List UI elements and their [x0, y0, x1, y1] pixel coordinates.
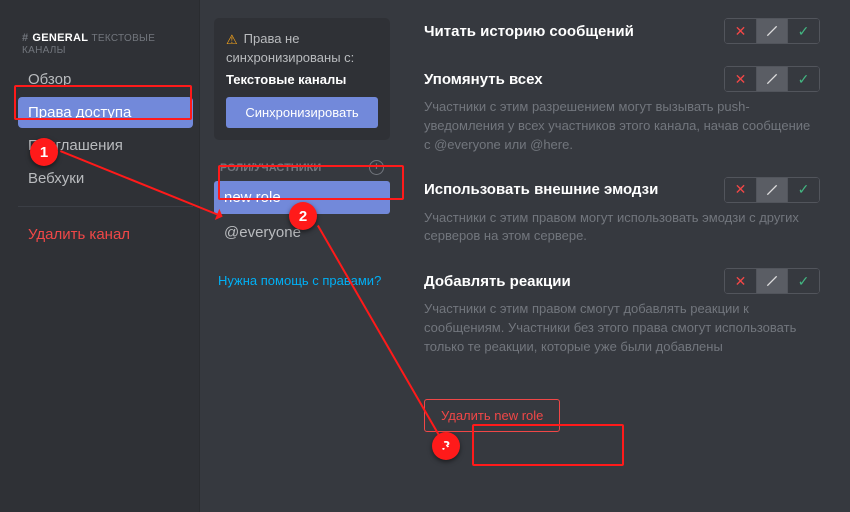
neutral-icon[interactable] — [756, 177, 788, 203]
allow-icon[interactable]: ✓ — [788, 18, 820, 44]
roles-column: ⚠Права не синхронизированы с: Текстовые … — [200, 0, 400, 512]
divider — [18, 206, 193, 207]
neutral-icon[interactable] — [756, 66, 788, 92]
perm-title: Использовать внешние эмодзи — [424, 181, 658, 198]
sidebar-item-overview[interactable]: Обзор — [18, 64, 193, 95]
perm-title: Добавлять реакции — [424, 273, 571, 290]
permissions-panel: Читать историю сообщений ✕ ✓ Упомянуть в… — [400, 0, 850, 512]
deny-icon[interactable]: ✕ — [724, 18, 756, 44]
channel-category-header: #GENERAL ТЕКСТОВЫЕ КАНАЛЫ — [22, 32, 193, 56]
warning-icon: ⚠ — [226, 32, 238, 47]
deny-icon[interactable]: ✕ — [724, 177, 756, 203]
neutral-icon[interactable] — [756, 18, 788, 44]
add-role-icon[interactable]: + — [369, 160, 384, 175]
allow-icon[interactable]: ✓ — [788, 268, 820, 294]
roles-header: РОЛИ/УЧАСТНИКИ + — [214, 160, 390, 175]
sync-notice: ⚠Права не синхронизированы с: Текстовые … — [214, 18, 390, 140]
deny-icon[interactable]: ✕ — [724, 268, 756, 294]
perm-toggle[interactable]: ✕ ✓ — [724, 268, 820, 294]
perm-external-emoji: Использовать внешние эмодзи ✕ ✓ Участник… — [424, 177, 820, 247]
perm-toggle[interactable]: ✕ ✓ — [724, 18, 820, 44]
perm-add-reactions: Добавлять реакции ✕ ✓ Участники с этим п… — [424, 268, 820, 357]
neutral-icon[interactable] — [756, 268, 788, 294]
perm-description: Участники с этим разрешением могут вызыв… — [424, 98, 820, 155]
perm-description: Участники с этим правом могут использова… — [424, 209, 820, 247]
allow-icon[interactable]: ✓ — [788, 66, 820, 92]
perm-read-history: Читать историю сообщений ✕ ✓ — [424, 18, 820, 44]
perm-toggle[interactable]: ✕ ✓ — [724, 177, 820, 203]
hash-icon: # — [22, 32, 28, 44]
sidebar-item-webhooks[interactable]: Вебхуки — [18, 163, 193, 194]
sync-button[interactable]: Синхронизировать — [226, 97, 378, 128]
sync-category-name: Текстовые каналы — [226, 72, 378, 87]
channel-settings-sidebar: #GENERAL ТЕКСТОВЫЕ КАНАЛЫ Обзор Права до… — [0, 0, 200, 512]
role-item-newrole[interactable]: new role — [214, 181, 390, 214]
role-item-everyone[interactable]: @everyone — [214, 216, 390, 249]
sidebar-item-invites[interactable]: Приглашения — [18, 130, 193, 161]
delete-channel[interactable]: Удалить канал — [18, 219, 193, 250]
deny-icon[interactable]: ✕ — [724, 66, 756, 92]
perm-description: Участники с этим правом смогут добавлять… — [424, 300, 820, 357]
allow-icon[interactable]: ✓ — [788, 177, 820, 203]
delete-role-button[interactable]: Удалить new role — [424, 399, 560, 432]
permissions-help-link[interactable]: Нужна помощь с правами? — [214, 273, 390, 288]
sidebar-item-permissions[interactable]: Права доступа — [18, 97, 193, 128]
perm-toggle[interactable]: ✕ ✓ — [724, 66, 820, 92]
perm-mention-everyone: Упомянуть всех ✕ ✓ Участники с этим разр… — [424, 66, 820, 155]
perm-title: Читать историю сообщений — [424, 23, 634, 40]
perm-title: Упомянуть всех — [424, 71, 543, 88]
